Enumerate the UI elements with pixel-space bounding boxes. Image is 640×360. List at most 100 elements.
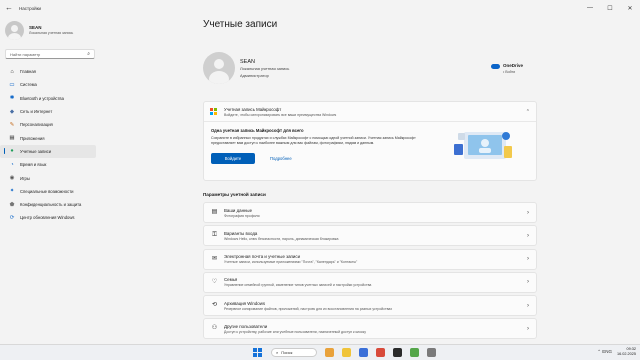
back-arrow-icon[interactable]: ←: [5, 3, 15, 13]
settings-row-title: Другие пользователи: [224, 323, 268, 329]
windows-update-icon: ⟳: [9, 214, 15, 221]
sidebar-item-label: Персонализация: [20, 122, 53, 128]
account-role: Администратор: [240, 72, 269, 78]
taskbar-search-label: Поиск: [281, 350, 293, 355]
settings-row-title: Ваши данные: [224, 207, 253, 213]
profile-account-type: Локальная учетная запись: [29, 31, 74, 35]
chevron-right-icon: ›: [527, 209, 529, 216]
settings-row-key[interactable]: ⚿ Варианты входа Windows Hello, ключ безоп…: [203, 225, 537, 247]
onedrive-cloud-icon: [490, 63, 500, 69]
chevron-right-icon: ›: [527, 232, 529, 239]
family-icon: ♡: [211, 278, 218, 285]
onedrive-status[interactable]: OneDrive • Войти: [490, 63, 523, 74]
sidebar-item-label: Центр обновления Windows: [20, 215, 75, 221]
key-icon: ⚿: [212, 232, 217, 239]
settings-row-subtitle: Резервное копирование файлов, приложений…: [224, 306, 393, 311]
widgets-app-icon[interactable]: [325, 348, 334, 357]
sidebar-item-accounts[interactable]: ● Учетные записи: [0, 144, 96, 159]
sidebar-item-system[interactable]: ▭ Система: [0, 78, 96, 91]
microsoft-account-header[interactable]: Учетная запись Майкрософт Войдите, чтобы…: [204, 102, 536, 122]
microsoft-account-subtitle: Войдите, чтобы синхронизировать все ваши…: [224, 112, 337, 117]
settings-row-title: Семья: [224, 277, 238, 283]
settings-row-title: Электронная почта и учетные записи: [224, 254, 301, 260]
settings-row-other-users[interactable]: ⚇ Другие пользователи Доступ к устройству,…: [203, 318, 537, 340]
browser-app-icon[interactable]: [376, 348, 385, 357]
start-button-icon[interactable]: [253, 348, 262, 357]
store-app-icon[interactable]: [359, 348, 368, 357]
window-controls: — ☐ ✕: [580, 0, 640, 16]
chevron-right-icon: ›: [527, 256, 529, 263]
learn-more-link[interactable]: Подробнее: [270, 156, 292, 161]
time-language-icon: ◔: [10, 161, 14, 168]
avatar: [5, 20, 24, 40]
page-title: Учетные записи: [203, 19, 278, 30]
chevron-right-icon: ›: [527, 325, 529, 332]
game-app-icon[interactable]: [410, 348, 419, 357]
system-tray[interactable]: ⌃ ENG: [597, 349, 612, 355]
settings-row-user-info[interactable]: ▤ Ваши данные Фотография профиля ›: [203, 202, 537, 223]
sidebar-item-label: Игры: [20, 175, 30, 181]
signin-button[interactable]: Войдите: [211, 153, 255, 164]
microsoft-account-body-text: Сохраните в избранных продуктах и служба…: [211, 136, 416, 145]
sidebar-item-personalization[interactable]: ✎ Персонализация: [0, 118, 96, 131]
sidebar-item-time-language[interactable]: ◔ Время и язык: [0, 158, 96, 171]
network-icon: ◆: [9, 108, 15, 115]
settings-row-title: Архивация Windows: [224, 300, 266, 306]
taskbar-apps: [317, 348, 436, 357]
sidebar-item-windows-update[interactable]: ⟳ Центр обновления Windows: [0, 211, 96, 224]
user-info-icon: ▤: [211, 209, 218, 215]
onedrive-signin-status: • Войти: [502, 69, 516, 74]
sidebar-nav: ⌂ Главная ▭ Система ✱ Bluetooth и устройства ◆…: [0, 65, 100, 225]
privacy-shield-icon: ⬟: [9, 201, 15, 208]
mail-icon: ✉: [211, 255, 218, 262]
sidebar-item-gaming[interactable]: ◉ Игры: [0, 171, 96, 184]
taskbar-search[interactable]: ⌕ Поиск: [271, 348, 317, 357]
maximize-button[interactable]: ☐: [600, 0, 620, 16]
app-title: Настройки: [19, 5, 42, 11]
sidebar-item-accessibility[interactable]: ✦ Специальные возможности: [0, 185, 96, 198]
taskbar-clock[interactable]: 09:32 16.02.2025: [617, 347, 636, 357]
backup-icon: ⟲: [211, 302, 218, 309]
sidebar-item-network[interactable]: ◆ Сеть и Интернет: [0, 105, 96, 118]
sidebar-item-home[interactable]: ⌂ Главная: [0, 65, 96, 78]
sidebar-item-privacy-shield[interactable]: ⬟ Конфиденциальность и защита: [0, 198, 96, 211]
sidebar-item-apps[interactable]: ▦ Приложения: [0, 131, 96, 144]
file-explorer-app-icon[interactable]: [342, 348, 351, 357]
clock-date: 16.02.2025: [616, 352, 636, 356]
home-icon: ⌂: [10, 68, 14, 75]
settings-row-mail[interactable]: ✉ Электронная почта и учетные записи Учетн…: [203, 248, 537, 270]
microsoft-account-title: Учетная запись Майкрософт: [224, 106, 282, 112]
settings-row-subtitle: Учетные записи, используемые приложениям…: [224, 260, 358, 265]
microsoft-logo-icon: [210, 108, 217, 115]
account-settings-list: ▤ Ваши данные Фотография профиля › ⚿ Варианты…: [203, 202, 537, 340]
sidebar-item-label: Система: [20, 82, 37, 88]
account-avatar: [203, 52, 235, 84]
minimize-button[interactable]: —: [580, 0, 600, 16]
chevron-up-icon[interactable]: ⌃: [526, 109, 530, 115]
personalization-icon: ✎: [9, 121, 15, 128]
microsoft-account-body: Одна учетная запись Майкрософт для всего…: [204, 122, 536, 180]
settings-row-family[interactable]: ♡ Семья Управление семейной группой, измен…: [203, 271, 537, 293]
sidebar-item-bluetooth[interactable]: ✱ Bluetooth и устройства: [0, 92, 96, 105]
sidebar-item-label: Конфиденциальность и защита: [20, 202, 82, 208]
accessibility-icon: ✦: [9, 188, 15, 195]
terminal-app-icon[interactable]: [393, 348, 402, 357]
settings-row-backup[interactable]: ⟲ Архивация Windows Резервное копирование …: [203, 295, 537, 317]
accounts-icon: ●: [10, 148, 14, 155]
system-icon: ▭: [9, 81, 15, 88]
close-button[interactable]: ✕: [620, 0, 640, 16]
title-bar: ← Настройки — ☐ ✕: [0, 0, 640, 16]
settings-row-subtitle: Управление семейной группой, изменение т…: [224, 283, 372, 288]
apps-icon: ▦: [9, 135, 15, 142]
settings-app-icon[interactable]: [427, 348, 436, 357]
settings-row-subtitle: Windows Hello, ключ безопасности, пароль…: [224, 236, 339, 241]
account-header: SEAN Локальная учетная запись Администра…: [203, 43, 537, 93]
sidebar: SEAN Локальная учетная запись Найти пара…: [0, 16, 100, 344]
settings-row-subtitle: Доступ к устройству, рабочие или учебные…: [224, 329, 367, 334]
profile-name: SEAN: [29, 25, 42, 30]
gaming-icon: ◉: [9, 175, 15, 182]
chevron-right-icon: ›: [527, 279, 529, 286]
search-input[interactable]: Найти параметр ⌕: [5, 49, 95, 59]
sidebar-item-label: Главная: [20, 69, 36, 75]
sidebar-profile[interactable]: SEAN Локальная учетная запись: [0, 16, 100, 40]
